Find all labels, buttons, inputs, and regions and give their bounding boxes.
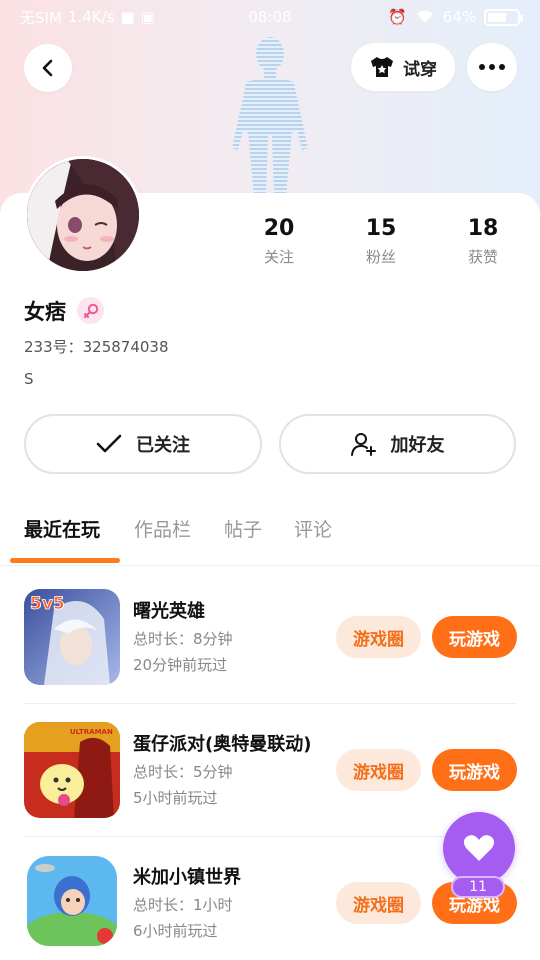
game-last-played: 20分钟前玩过 bbox=[133, 656, 228, 674]
profile-tabs: 最近在玩 作品栏 帖子 评论 bbox=[0, 514, 540, 566]
carrier-text: 无SIM bbox=[20, 8, 62, 27]
bio-text: S bbox=[24, 370, 34, 388]
tab-posts[interactable]: 帖子 bbox=[224, 514, 262, 546]
fans-count: 15 bbox=[365, 216, 397, 241]
battery-icon bbox=[484, 8, 523, 26]
game-icon bbox=[27, 856, 117, 946]
like-count-badge: 11 bbox=[451, 876, 505, 898]
try-on-label: 试穿 bbox=[403, 59, 437, 80]
alarm-icon: ⏰ bbox=[387, 8, 407, 26]
play-game-button[interactable]: 玩游戏 bbox=[432, 749, 517, 791]
play-game-button[interactable]: 玩游戏 bbox=[432, 616, 517, 658]
battery-level bbox=[488, 12, 506, 22]
game-last-played: 6小时前玩过 bbox=[133, 922, 218, 940]
add-friend-button[interactable]: 加好友 bbox=[279, 414, 516, 474]
try-on-button[interactable]: 试穿 bbox=[351, 43, 455, 91]
like-button[interactable] bbox=[443, 812, 515, 884]
avatar-image bbox=[27, 159, 139, 271]
add-friend-label: 加好友 bbox=[390, 435, 445, 456]
likes-count: 18 bbox=[467, 216, 499, 241]
user-id: 233号：325874038 bbox=[24, 338, 169, 356]
fans-label: 粉丝 bbox=[365, 248, 396, 266]
avatar[interactable] bbox=[24, 156, 142, 274]
stat-likes[interactable]: 18 获赞 bbox=[443, 214, 523, 270]
network-speed: 1.4K/s bbox=[67, 8, 115, 26]
game-duration: 总时长：1小时 bbox=[133, 896, 233, 914]
divider bbox=[24, 703, 516, 704]
wifi-icon bbox=[416, 10, 433, 23]
tshirt-icon bbox=[371, 57, 393, 77]
list-item[interactable]: ULTRAMAN 蛋仔派对(奥特曼联动) 总时长：5分钟 5小时前玩过 游戏圈 … bbox=[0, 703, 540, 836]
game-last-played: 5小时前玩过 bbox=[133, 789, 218, 807]
username: 女痞 bbox=[24, 300, 66, 324]
game-name: 曙光英雄 bbox=[133, 601, 205, 622]
status-bar: 无SIM 1.4K/s ■ ▣ 08:08 ⏰ 64% bbox=[0, 0, 540, 34]
tab-works[interactable]: 作品栏 bbox=[134, 514, 191, 546]
game-duration: 总时长：5分钟 bbox=[133, 763, 233, 781]
game-circle-button[interactable]: 游戏圈 bbox=[336, 749, 421, 791]
following-count: 20 bbox=[263, 216, 295, 241]
add-user-icon bbox=[350, 433, 376, 456]
back-button[interactable] bbox=[24, 44, 72, 92]
divider bbox=[24, 836, 516, 837]
tab-comments[interactable]: 评论 bbox=[294, 514, 332, 546]
game-badge: 5v5 bbox=[30, 594, 65, 614]
followed-label: 已关注 bbox=[136, 435, 190, 456]
game-circle-button[interactable]: 游戏圈 bbox=[336, 882, 421, 924]
3d-avatar-figure bbox=[232, 37, 308, 196]
back-arrow-icon bbox=[42, 59, 53, 77]
game-icon: ULTRAMAN bbox=[24, 722, 120, 818]
game-badge: ULTRAMAN bbox=[70, 728, 113, 736]
game-icon: 5v5 bbox=[24, 589, 120, 685]
active-tab-indicator bbox=[10, 558, 120, 563]
battery-percent: 64% bbox=[442, 8, 476, 26]
stat-fans[interactable]: 15 粉丝 bbox=[341, 214, 421, 270]
game-name: 米加小镇世界 bbox=[133, 867, 241, 888]
following-label: 关注 bbox=[263, 248, 294, 266]
notification-icon: ▣ bbox=[140, 8, 155, 26]
camera-status-icon: ■ bbox=[120, 8, 135, 26]
more-button[interactable] bbox=[467, 43, 517, 91]
heart-icon bbox=[463, 835, 495, 861]
list-item[interactable]: 5v5 曙光英雄 总时长：8分钟 20分钟前玩过 游戏圈 玩游戏 bbox=[0, 570, 540, 703]
stat-following[interactable]: 20 关注 bbox=[239, 214, 319, 270]
tab-recent-played[interactable]: 最近在玩 bbox=[24, 514, 100, 546]
check-icon bbox=[96, 434, 122, 453]
more-dots-icon bbox=[479, 64, 505, 70]
game-duration: 总时长：8分钟 bbox=[133, 630, 233, 648]
likes-label: 获赞 bbox=[467, 248, 498, 266]
game-circle-button[interactable]: 游戏圈 bbox=[336, 616, 421, 658]
game-name: 蛋仔派对(奥特曼联动) bbox=[133, 734, 312, 755]
female-icon bbox=[77, 297, 104, 324]
followed-button[interactable]: 已关注 bbox=[24, 414, 262, 474]
